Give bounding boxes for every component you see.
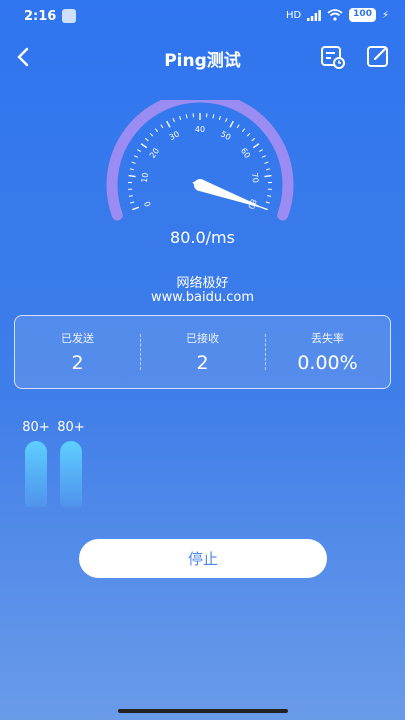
gauge-tick-label: 10 <box>140 172 150 183</box>
gauge-tick <box>134 155 139 158</box>
history-bar-label: 80+ <box>22 420 50 435</box>
gauge-tick <box>144 137 149 142</box>
status-indicators: HD 100 ⚡ <box>286 8 389 22</box>
ping-gauge: 01020304050607080 <box>106 100 294 221</box>
stat-sent: 已发送 2 <box>15 316 140 388</box>
history-list-icon <box>321 46 345 69</box>
stat-label: 已接收 <box>186 332 219 345</box>
gauge-tick <box>266 168 271 171</box>
gauge-tick <box>264 161 269 164</box>
gauge-tick-label: 20 <box>148 146 161 160</box>
gauge-tick <box>236 124 240 129</box>
signal-label: HD <box>285 9 302 21</box>
stat-value: 2 <box>196 352 209 374</box>
gauge-tick <box>185 114 188 119</box>
status-time: 2:16 <box>24 9 57 24</box>
header: Ping测试 <box>0 40 405 74</box>
gauge-tick <box>154 128 159 133</box>
gauge-tick <box>137 149 142 152</box>
history-bar: 80+ <box>18 420 54 507</box>
gauge-tick <box>252 143 260 149</box>
target-host: www.baidu.com <box>150 290 255 305</box>
gauge-tick <box>128 195 133 197</box>
history-bar-fill <box>60 441 82 507</box>
gauge-tick <box>261 155 266 158</box>
gauge-tick <box>264 174 272 178</box>
gauge-tick <box>267 195 272 197</box>
stat-label: 丢失率 <box>311 332 344 345</box>
stat-value: 2 <box>71 352 84 374</box>
gauge-tick-label: 70 <box>250 172 260 183</box>
gauge-tick <box>166 120 171 128</box>
gauge-tick <box>212 114 215 119</box>
wrench-icon <box>62 9 76 23</box>
gauge-tick <box>160 124 164 129</box>
gauge-tick <box>225 118 228 123</box>
gauge-tick <box>241 128 246 133</box>
gauge-tick <box>258 149 263 152</box>
gauge-tick-label: 60 <box>239 146 252 160</box>
history-bar: 80+ <box>53 420 89 507</box>
gauge-tick <box>130 201 135 204</box>
signal-icon <box>307 9 322 21</box>
gauge-tick <box>229 120 234 128</box>
gauge-tick <box>172 118 175 123</box>
gauge-hub <box>194 179 206 191</box>
gauge-tick-label: 0 <box>143 200 153 208</box>
gauge-tick <box>251 137 256 142</box>
charging-icon: ⚡ <box>381 9 389 21</box>
status-bar: 2:16 HD 100 ⚡ <box>0 0 405 34</box>
home-indicator <box>118 709 288 713</box>
stat-label: 已发送 <box>61 332 94 345</box>
gauge-tick <box>129 168 134 171</box>
wifi-icon <box>327 9 343 21</box>
history-bar-fill <box>25 441 47 507</box>
ping-speed: 80.0/ms <box>170 228 235 247</box>
battery-icon: 100 <box>349 8 376 22</box>
stats-card: 已发送 2 已接收 2 丢失率 0.00% <box>14 315 391 389</box>
stat-loss: 丢失率 0.00% <box>265 316 390 388</box>
history-bar-label: 80+ <box>57 420 85 435</box>
gauge-labels: 01020304050607080 <box>140 125 260 210</box>
gauge-tick <box>131 161 136 164</box>
network-quality: 网络极好 <box>176 276 229 291</box>
gauge-tick <box>179 115 182 120</box>
edit-icon <box>367 46 388 67</box>
gauge-tick-label: 40 <box>195 125 205 134</box>
stop-button[interactable]: 停止 <box>79 539 327 578</box>
gauge-tick <box>265 201 270 204</box>
history-button[interactable] <box>320 44 346 70</box>
gauge-tick <box>149 132 154 137</box>
gauge-tick <box>128 174 136 178</box>
stat-value: 0.00% <box>297 352 358 374</box>
stat-received: 已接收 2 <box>140 316 265 388</box>
edit-button[interactable] <box>366 44 392 70</box>
gauge-tick <box>218 115 221 120</box>
gauge-tick <box>140 143 148 149</box>
gauge-tick <box>246 132 251 137</box>
gauge-tick <box>132 206 140 211</box>
gauge-tick-label: 30 <box>168 129 181 142</box>
gauge-tick-label: 50 <box>219 129 232 142</box>
